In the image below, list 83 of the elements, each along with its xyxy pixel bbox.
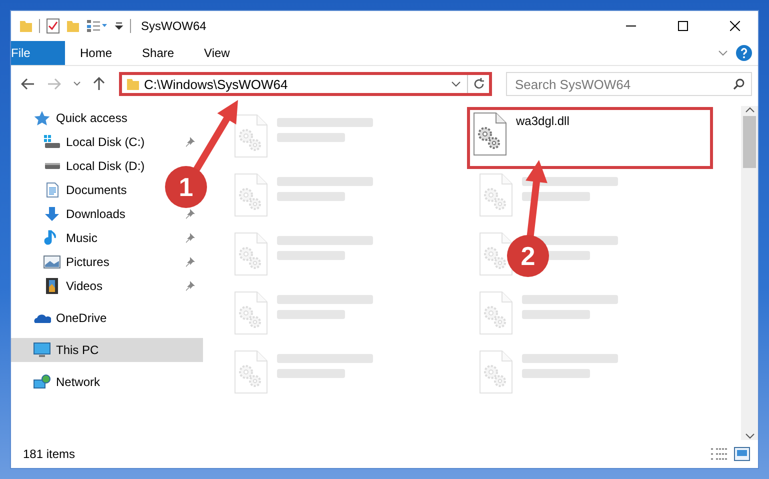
- large-icons-view-icon[interactable]: [734, 447, 750, 461]
- caret-icon: [73, 81, 81, 87]
- scroll-thumb[interactable]: [743, 116, 756, 168]
- pin-icon[interactable]: [185, 257, 195, 267]
- sidebar-label: Local Disk (D:): [66, 159, 145, 173]
- ribbon-tab[interactable]: Share: [127, 41, 190, 65]
- ribbon-tab[interactable]: Home: [65, 41, 128, 65]
- file-gear-icon: [478, 291, 514, 335]
- drive-icon: [43, 162, 61, 170]
- pin-icon[interactable]: [185, 233, 195, 243]
- monitor-icon: [33, 342, 51, 358]
- blurred-type-bar: [522, 310, 590, 319]
- picture-icon: [43, 254, 61, 270]
- star-icon: [33, 110, 51, 126]
- file-gear-icon: [233, 114, 269, 158]
- sidebar-label: Downloads: [66, 207, 126, 221]
- sidebar-item[interactable]: Local Disk (D:): [11, 154, 153, 178]
- sidebar-item[interactable]: Network: [11, 370, 203, 394]
- file-gear-icon: [233, 291, 269, 335]
- sidebar-item[interactable]: This PC: [11, 338, 203, 362]
- details-view-icon[interactable]: [86, 19, 108, 33]
- down-arrow-icon: [43, 206, 61, 222]
- customize-caret-icon[interactable]: [114, 21, 124, 31]
- maximize-icon: [678, 21, 688, 31]
- sidebar-item[interactable]: Pictures: [11, 250, 203, 274]
- file-name: wa3dgl.dll: [516, 113, 570, 128]
- file-gear-icon: [233, 173, 269, 217]
- search-field[interactable]: Search SysWOW64: [506, 72, 752, 96]
- details-view-icon[interactable]: [710, 447, 728, 461]
- blurred-type-bar: [277, 192, 345, 201]
- file-gear-icon: [233, 350, 269, 394]
- film-icon: [43, 278, 61, 294]
- sidebar-label: Pictures: [66, 255, 110, 269]
- sidebar-label: Music: [66, 231, 98, 245]
- sidebar-item[interactable]: OneDrive: [11, 306, 203, 330]
- file-gear-icon: [478, 173, 514, 217]
- folder-icon: [126, 77, 140, 91]
- blurred-type-bar: [522, 192, 590, 201]
- caret-icon[interactable]: [451, 80, 461, 88]
- address-path: C:\Windows\SysWOW64: [143, 76, 289, 92]
- file-item[interactable]: wa3dgl.dll: [470, 110, 710, 166]
- refresh-icon: [472, 78, 484, 90]
- pin-icon[interactable]: [185, 137, 195, 147]
- sidebar-label: Network: [56, 375, 100, 389]
- blurred-type-bar: [277, 369, 345, 378]
- file-menu-tab[interactable]: File: [11, 41, 65, 65]
- item-count: 181 items: [23, 447, 76, 461]
- blurred-type-bar: [277, 251, 345, 260]
- sidebar-label: Quick access: [56, 111, 128, 125]
- pin-icon[interactable]: [185, 281, 195, 291]
- step-number-badge: 1: [165, 166, 207, 208]
- sidebar-label: Documents: [66, 183, 127, 197]
- drive-icon: [43, 134, 61, 150]
- file-gear-icon: [478, 350, 514, 394]
- scrollbar[interactable]: [741, 106, 758, 440]
- blurred-type-bar: [277, 133, 345, 142]
- scroll-down-icon[interactable]: [744, 432, 754, 440]
- sidebar-item[interactable]: Documents: [11, 178, 135, 202]
- sidebar-label: This PC: [56, 343, 99, 357]
- window-title: SysWOW64: [141, 19, 208, 33]
- sidebar-item[interactable]: Local Disk (C:): [11, 130, 203, 154]
- address-bar[interactable]: C:\Windows\SysWOW64: [119, 72, 492, 96]
- blurred-type-bar: [277, 310, 345, 319]
- file-gear-icon: [478, 232, 514, 276]
- network-icon: [33, 374, 51, 390]
- close-icon: [730, 21, 740, 31]
- ribbon-tab[interactable]: View: [189, 41, 245, 65]
- search-icon: [733, 78, 745, 90]
- file-gear-icon: [233, 232, 269, 276]
- sidebar-label: Local Disk (C:): [66, 135, 145, 149]
- properties-check-icon[interactable]: [46, 18, 60, 34]
- sidebar-label: OneDrive: [56, 311, 107, 325]
- sidebar-item[interactable]: Videos: [11, 274, 203, 298]
- blurred-type-bar: [522, 369, 590, 378]
- file-gear-icon: [472, 112, 508, 156]
- help-icon[interactable]: [736, 45, 752, 61]
- expand-ribbon-icon[interactable]: [718, 49, 728, 57]
- sidebar-item[interactable]: Music: [11, 226, 203, 250]
- pin-icon[interactable]: [185, 209, 195, 219]
- step-number-badge: 2: [507, 235, 549, 277]
- sidebar-item[interactable]: Quick access: [11, 106, 203, 130]
- sidebar-label: Videos: [66, 279, 102, 293]
- scroll-up-icon[interactable]: [744, 106, 754, 114]
